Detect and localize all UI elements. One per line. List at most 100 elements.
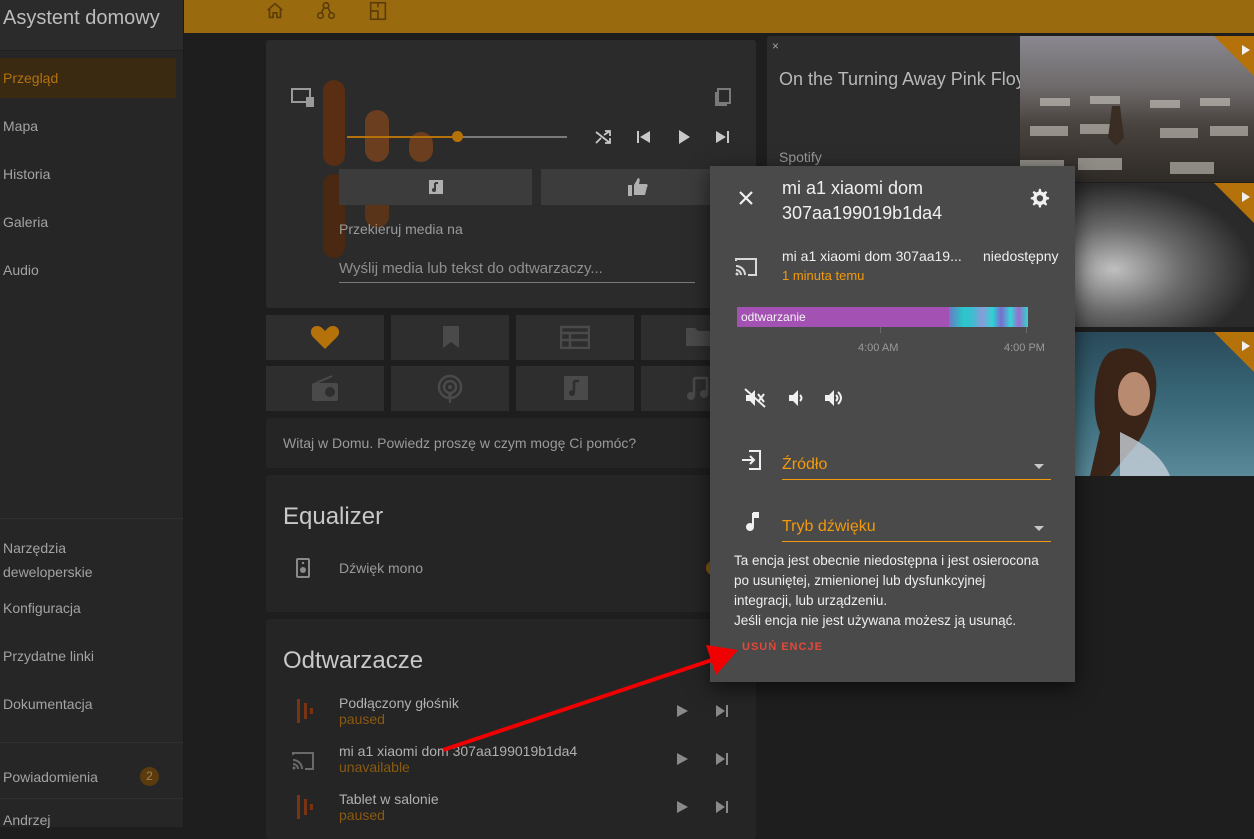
assistant-card: Witaj w Domu. Powiedz proszę w czym mogę… bbox=[266, 418, 756, 468]
music-note-icon bbox=[687, 376, 709, 400]
players-card: Odtwarzacze Podłączony głośnik paused mi… bbox=[266, 619, 756, 839]
cast-icon bbox=[292, 752, 314, 770]
volume-up-icon[interactable] bbox=[823, 388, 845, 408]
sidebar-item-mapa[interactable]: Mapa bbox=[3, 118, 38, 134]
music-note-button[interactable] bbox=[339, 169, 532, 205]
player-row-3[interactable]: Tablet w salonie paused bbox=[339, 791, 439, 823]
sidebar-item-konfiguracja[interactable]: Konfiguracja bbox=[3, 600, 81, 616]
dialog-title-line: mi a1 xiaomi dom bbox=[782, 178, 924, 198]
sidebar-item-label: Narzędzia bbox=[3, 540, 67, 556]
player-row-1[interactable]: Podłączony głośnik paused bbox=[339, 695, 459, 727]
sidebar-item-linki[interactable]: Przydatne linki bbox=[3, 648, 94, 664]
floorplan-icon[interactable] bbox=[367, 0, 389, 22]
warning-line: Ta encja jest obecnie niedostępna i jest… bbox=[734, 553, 1039, 568]
send-media-input[interactable]: Wyślij media lub tekst do odtwarzaczy... bbox=[339, 260, 695, 277]
top-toolbar bbox=[184, 0, 1254, 33]
progress-filled bbox=[347, 136, 457, 138]
input-source-icon bbox=[742, 450, 761, 470]
dialog-title-line: 307aa199019b1da4 bbox=[782, 203, 943, 223]
album-art-portrait bbox=[1090, 348, 1170, 476]
track-title: On the Turning Away Pink Floyd bbox=[779, 69, 1035, 89]
history-timeline-bar[interactable]: odtwarzanie bbox=[737, 307, 1028, 327]
sound-mode-underline bbox=[782, 541, 1051, 542]
close-icon[interactable]: × bbox=[772, 39, 779, 53]
bookmark-icon bbox=[443, 326, 459, 348]
home-icon[interactable] bbox=[264, 0, 286, 22]
music-box-icon bbox=[429, 180, 443, 194]
podcast-icon bbox=[437, 374, 463, 403]
player-name: mi a1 xiaomi dom 307aa199019b1da4 bbox=[339, 743, 578, 759]
play-icon[interactable] bbox=[1241, 340, 1251, 352]
history-state-label: odtwarzanie bbox=[741, 310, 806, 324]
corner-badge bbox=[1214, 332, 1254, 372]
now-playing-card[interactable]: × On the Turning Away Pink Floyd Spotify bbox=[767, 36, 1254, 182]
player-state: paused bbox=[339, 807, 385, 823]
next-icon[interactable] bbox=[715, 800, 729, 814]
sidebar-item-dokumentacja[interactable]: Dokumentacja bbox=[3, 696, 93, 712]
entity-state: niedostępny bbox=[983, 248, 1059, 264]
player-state: unavailable bbox=[339, 759, 410, 775]
radio-tile[interactable] bbox=[266, 366, 384, 411]
chevron-down-icon[interactable] bbox=[1034, 464, 1044, 469]
time-tick bbox=[1026, 327, 1027, 333]
thumbs-up-icon bbox=[628, 178, 648, 196]
music-note-icon bbox=[746, 512, 759, 531]
sidebar-item-user[interactable]: Andrzej bbox=[3, 812, 50, 828]
corner-badge bbox=[1214, 183, 1254, 223]
chevron-down-icon[interactable] bbox=[1034, 526, 1044, 531]
sidebar-item-dev-tools[interactable]: Narzędzia deweloperskie bbox=[3, 536, 93, 584]
entity-more-info-dialog: mi a1 xiaomi dom 307aa199019b1da4 mi a1 … bbox=[710, 166, 1075, 682]
sidebar-item-galeria[interactable]: Galeria bbox=[3, 214, 48, 230]
time-tick bbox=[880, 327, 881, 333]
next-icon[interactable] bbox=[715, 704, 729, 718]
next-icon[interactable] bbox=[714, 129, 730, 145]
settings-gear-icon[interactable] bbox=[1028, 187, 1050, 209]
library-icon[interactable] bbox=[714, 87, 732, 107]
time-tick-label: 4:00 AM bbox=[858, 342, 899, 354]
heart-icon bbox=[310, 326, 340, 349]
favorites-tile[interactable] bbox=[266, 315, 384, 360]
volume-mute-icon[interactable] bbox=[744, 388, 766, 408]
volume-down-icon[interactable] bbox=[787, 388, 805, 408]
source-select[interactable]: Źródło bbox=[782, 456, 827, 474]
play-icon[interactable] bbox=[675, 752, 689, 766]
podcast-tile[interactable] bbox=[391, 366, 509, 411]
play-icon[interactable] bbox=[675, 704, 689, 718]
play-icon[interactable] bbox=[676, 129, 692, 145]
entity-name: mi a1 xiaomi dom 307aa19... bbox=[782, 248, 962, 264]
sound-mode-select[interactable]: Tryb dźwięku bbox=[782, 518, 876, 536]
music-library-tile[interactable] bbox=[516, 366, 634, 411]
progress-handle[interactable] bbox=[452, 131, 463, 142]
cast-icon bbox=[735, 258, 757, 276]
bookmarks-tile[interactable] bbox=[391, 315, 509, 360]
speaker-icon bbox=[296, 558, 310, 578]
sidebar-item-audio[interactable]: Audio bbox=[3, 262, 39, 278]
redirect-label: Przekieruj media na bbox=[339, 221, 463, 237]
sidebar-divider bbox=[0, 518, 183, 519]
sidebar-item-historia[interactable]: Historia bbox=[3, 166, 50, 182]
notifications-badge: 2 bbox=[140, 767, 159, 786]
player-row-2[interactable]: mi a1 xiaomi dom 307aa199019b1da4 unavai… bbox=[339, 743, 577, 775]
play-icon[interactable] bbox=[1241, 191, 1251, 203]
shuffle-icon[interactable] bbox=[594, 128, 612, 146]
radio-icon bbox=[312, 375, 338, 401]
calendar-icon bbox=[560, 325, 590, 349]
next-icon[interactable] bbox=[715, 752, 729, 766]
folder-icon bbox=[686, 328, 710, 346]
network-icon[interactable] bbox=[315, 0, 337, 22]
input-underline bbox=[339, 282, 695, 283]
calendar-tile[interactable] bbox=[516, 315, 634, 360]
play-icon[interactable] bbox=[1241, 44, 1251, 56]
media-source: Spotify bbox=[779, 149, 822, 165]
players-title: Odtwarzacze bbox=[283, 647, 424, 674]
sidebar-item-przeglad[interactable]: Przegląd bbox=[3, 70, 58, 86]
close-icon[interactable] bbox=[738, 190, 754, 206]
delete-entity-button[interactable]: USUŃ ENCJE bbox=[742, 641, 823, 653]
sidebar-divider bbox=[0, 742, 183, 743]
thumbs-up-button[interactable] bbox=[541, 169, 734, 205]
play-icon[interactable] bbox=[675, 800, 689, 814]
sidebar-item-powiadomienia[interactable]: Powiadomienia bbox=[3, 769, 98, 785]
warning-line: po usuniętej, zmienionej lub dysfunkcyjn… bbox=[734, 573, 986, 588]
cast-screen-icon[interactable] bbox=[290, 87, 316, 109]
previous-icon[interactable] bbox=[636, 129, 652, 145]
